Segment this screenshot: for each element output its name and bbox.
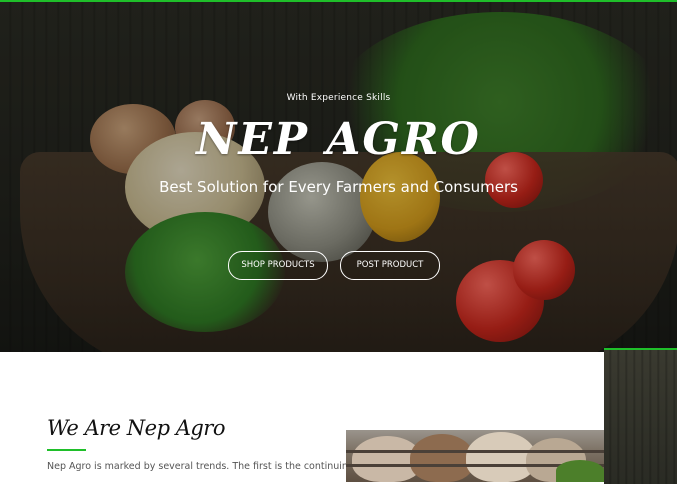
about-title: We Are Nep Agro [47, 416, 226, 440]
about-text: Nep Agro is marked by several trends. Th… [47, 461, 354, 472]
hay-pile [556, 460, 604, 482]
top-accent-line [0, 0, 677, 2]
hero-title: NEP AGRO [196, 114, 481, 165]
side-overlay-panel [604, 348, 677, 484]
cattle-feeding-image [346, 430, 604, 482]
cow-shape-2 [410, 434, 474, 482]
hero-dark-overlay [0, 2, 677, 352]
hero-banner: With Experience Skills NEP AGRO Best Sol… [0, 2, 677, 352]
about-section: We Are Nep Agro Nep Agro is marked by se… [0, 352, 677, 482]
post-product-button[interactable]: POST PRODUCT [340, 251, 440, 280]
shop-products-button[interactable]: SHOP PRODUCTS [228, 251, 328, 280]
about-title-underline [47, 449, 86, 451]
hero-tagline: With Experience Skills [286, 93, 391, 103]
fence-rail [346, 450, 604, 453]
hero-subtitle: Best Solution for Every Farmers and Cons… [159, 178, 518, 196]
